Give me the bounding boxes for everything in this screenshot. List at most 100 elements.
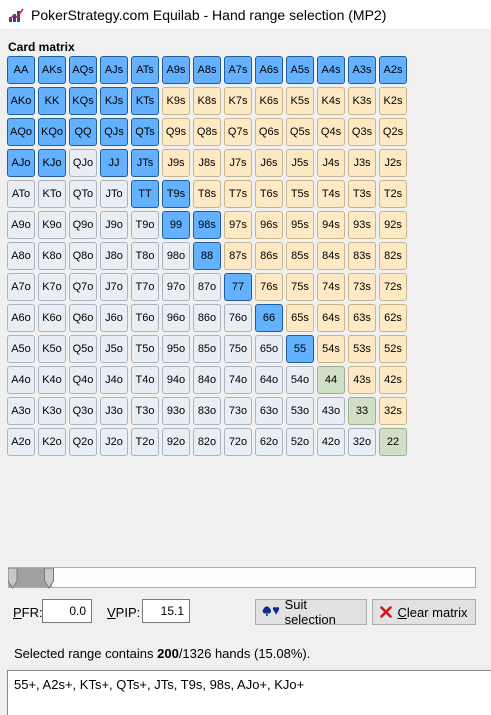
hand-cell-A7s[interactable]: A7s [224,56,252,84]
hand-cell-J8s[interactable]: J8s [193,149,221,177]
hand-cell-92o[interactable]: 92o [162,428,190,456]
hand-cell-95o[interactable]: 95o [162,335,190,363]
hand-cell-99[interactable]: 99 [162,211,190,239]
hand-cell-QJo[interactable]: QJo [69,149,97,177]
hand-cell-62o[interactable]: 62o [255,428,283,456]
hand-cell-KK[interactable]: KK [38,87,66,115]
hand-cell-82o[interactable]: 82o [193,428,221,456]
hand-cell-Q7s[interactable]: Q7s [224,118,252,146]
hand-cell-65o[interactable]: 65o [255,335,283,363]
hand-cell-K8o[interactable]: K8o [38,242,66,270]
hand-cell-92s[interactable]: 92s [379,211,407,239]
hand-cell-93s[interactable]: 93s [348,211,376,239]
hand-cell-32o[interactable]: 32o [348,428,376,456]
hand-cell-JJ[interactable]: JJ [100,149,128,177]
hand-cell-64o[interactable]: 64o [255,366,283,394]
hand-cell-76o[interactable]: 76o [224,304,252,332]
hand-cell-TT[interactable]: TT [131,180,159,208]
hand-cell-K7o[interactable]: K7o [38,273,66,301]
hand-cell-T5o[interactable]: T5o [131,335,159,363]
hand-cell-A7o[interactable]: A7o [7,273,35,301]
hand-cell-53o[interactable]: 53o [286,397,314,425]
hand-cell-ATo[interactable]: ATo [7,180,35,208]
hand-cell-KQo[interactable]: KQo [38,118,66,146]
hand-cell-J4s[interactable]: J4s [317,149,345,177]
hand-cell-Q8s[interactable]: Q8s [193,118,221,146]
hand-cell-82s[interactable]: 82s [379,242,407,270]
hand-cell-94s[interactable]: 94s [317,211,345,239]
hand-cell-KTs[interactable]: KTs [131,87,159,115]
hand-cell-83o[interactable]: 83o [193,397,221,425]
hand-cell-J9s[interactable]: J9s [162,149,190,177]
hand-cell-J3s[interactable]: J3s [348,149,376,177]
hand-cell-73s[interactable]: 73s [348,273,376,301]
hand-cell-A4o[interactable]: A4o [7,366,35,394]
hand-cell-Q5o[interactable]: Q5o [69,335,97,363]
hand-cell-J3o[interactable]: J3o [100,397,128,425]
hand-cell-42s[interactable]: 42s [379,366,407,394]
hand-cell-75o[interactable]: 75o [224,335,252,363]
hand-cell-Q9o[interactable]: Q9o [69,211,97,239]
hand-cell-K8s[interactable]: K8s [193,87,221,115]
hand-cell-T2s[interactable]: T2s [379,180,407,208]
hand-cell-54o[interactable]: 54o [286,366,314,394]
hand-cell-T8s[interactable]: T8s [193,180,221,208]
hand-cell-95s[interactable]: 95s [286,211,314,239]
hand-cell-K2o[interactable]: K2o [38,428,66,456]
hand-cell-Q7o[interactable]: Q7o [69,273,97,301]
hand-cell-87s[interactable]: 87s [224,242,252,270]
hand-cell-J7s[interactable]: J7s [224,149,252,177]
hand-cell-A9s[interactable]: A9s [162,56,190,84]
hand-cell-T9s[interactable]: T9s [162,180,190,208]
hand-cell-43o[interactable]: 43o [317,397,345,425]
hand-cell-T2o[interactable]: T2o [131,428,159,456]
hand-cell-T3o[interactable]: T3o [131,397,159,425]
hand-cell-Q8o[interactable]: Q8o [69,242,97,270]
hand-cell-A5s[interactable]: A5s [286,56,314,84]
hand-cell-98s[interactable]: 98s [193,211,221,239]
hand-cell-K5o[interactable]: K5o [38,335,66,363]
hand-cell-AQs[interactable]: AQs [69,56,97,84]
hand-cell-33[interactable]: 33 [348,397,376,425]
hand-cell-KJo[interactable]: KJo [38,149,66,177]
hand-cell-94o[interactable]: 94o [162,366,190,394]
hand-cell-43s[interactable]: 43s [348,366,376,394]
hand-cell-72o[interactable]: 72o [224,428,252,456]
hand-cell-K9s[interactable]: K9s [162,87,190,115]
hand-cell-QQ[interactable]: QQ [69,118,97,146]
hand-cell-T8o[interactable]: T8o [131,242,159,270]
hand-cell-A8s[interactable]: A8s [193,56,221,84]
hand-cell-KJs[interactable]: KJs [100,87,128,115]
hand-cell-74s[interactable]: 74s [317,273,345,301]
hand-cell-ATs[interactable]: ATs [131,56,159,84]
range-text-field[interactable]: 55+, A2s+, KTs+, QTs+, JTs, T9s, 98s, AJ… [7,670,491,715]
hand-cell-54s[interactable]: 54s [317,335,345,363]
hand-cell-32s[interactable]: 32s [379,397,407,425]
hand-cell-87o[interactable]: 87o [193,273,221,301]
hand-cell-85o[interactable]: 85o [193,335,221,363]
hand-cell-A8o[interactable]: A8o [7,242,35,270]
hand-cell-T4s[interactable]: T4s [317,180,345,208]
hand-cell-63o[interactable]: 63o [255,397,283,425]
hand-cell-J8o[interactable]: J8o [100,242,128,270]
hand-cell-A3s[interactable]: A3s [348,56,376,84]
hand-cell-T7o[interactable]: T7o [131,273,159,301]
hand-cell-85s[interactable]: 85s [286,242,314,270]
hand-cell-T9o[interactable]: T9o [131,211,159,239]
hand-cell-A6s[interactable]: A6s [255,56,283,84]
hand-cell-73o[interactable]: 73o [224,397,252,425]
hand-cell-AJs[interactable]: AJs [100,56,128,84]
hand-cell-52o[interactable]: 52o [286,428,314,456]
hand-cell-65s[interactable]: 65s [286,304,314,332]
hand-cell-Q3s[interactable]: Q3s [348,118,376,146]
hand-cell-J7o[interactable]: J7o [100,273,128,301]
hand-cell-86o[interactable]: 86o [193,304,221,332]
hand-cell-AJo[interactable]: AJo [7,149,35,177]
hand-cell-KTo[interactable]: KTo [38,180,66,208]
hand-cell-Q4s[interactable]: Q4s [317,118,345,146]
hand-cell-T5s[interactable]: T5s [286,180,314,208]
hand-cell-J6s[interactable]: J6s [255,149,283,177]
hand-cell-84s[interactable]: 84s [317,242,345,270]
hand-cell-22[interactable]: 22 [379,428,407,456]
hand-cell-K9o[interactable]: K9o [38,211,66,239]
